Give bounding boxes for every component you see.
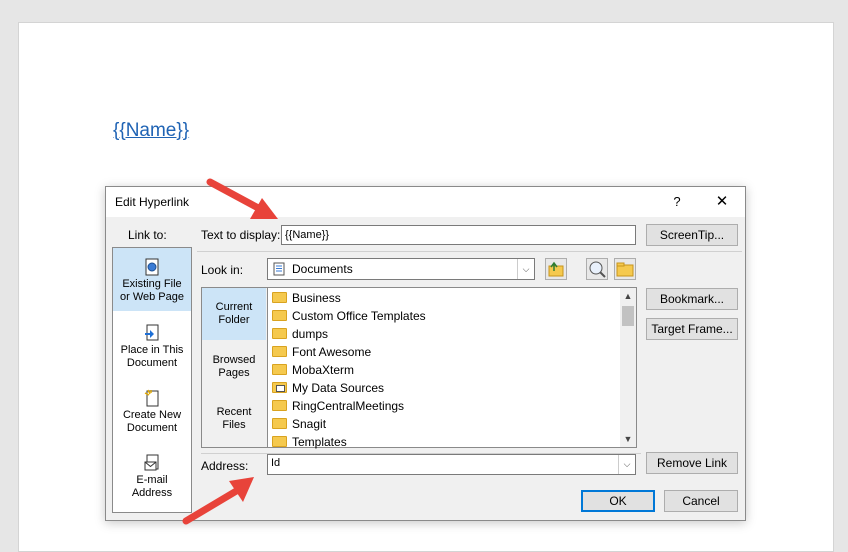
nav-browsed-line1: Browsed <box>212 354 256 366</box>
file-name: Custom Office Templates <box>292 309 426 323</box>
up-folder-icon <box>548 261 564 277</box>
link-to-panel: Existing File or Web Page Place in This … <box>112 247 192 513</box>
folder-icon <box>272 310 287 321</box>
address-label: Address: <box>201 459 249 473</box>
scroll-thumb[interactable] <box>622 306 634 326</box>
list-item[interactable]: RingCentralMeetings <box>272 397 404 415</box>
remove-link-button[interactable]: Remove Link <box>646 452 738 474</box>
bookmark-button[interactable]: Bookmark... <box>646 288 738 310</box>
look-in-dropdown[interactable]: Documents ⌵ <box>267 258 535 280</box>
link-to-create-line1: Create New <box>122 409 182 421</box>
text-to-display-label: Text to display: <box>201 228 281 242</box>
folder-icon <box>272 364 287 375</box>
scroll-up-icon[interactable]: ▲ <box>620 288 636 304</box>
nav-recent-files[interactable]: Recent Files <box>202 398 266 446</box>
target-frame-button[interactable]: Target Frame... <box>646 318 738 340</box>
link-to-email-line1: E-mail <box>136 474 168 486</box>
dialog-titlebar: Edit Hyperlink ? ✕ <box>106 187 745 217</box>
nav-current-folder[interactable]: Current Folder <box>202 288 266 340</box>
nav-recent-line2: Files <box>222 419 246 431</box>
list-item[interactable]: Business <box>272 289 341 307</box>
screentip-button[interactable]: ScreenTip... <box>646 224 738 246</box>
up-one-folder-button[interactable] <box>545 258 567 280</box>
address-input[interactable]: Id ⌵ <box>267 454 636 475</box>
link-to-email-line2: Address <box>131 487 173 499</box>
file-name: RingCentralMeetings <box>292 399 405 413</box>
folder-icon <box>272 400 287 411</box>
browse-web-button[interactable] <box>586 258 608 280</box>
link-to-existing-file-line2: or Web Page <box>119 291 184 303</box>
data-source-folder-icon <box>272 382 287 393</box>
separator <box>197 251 742 252</box>
link-to-place-line1: Place in This <box>120 344 184 356</box>
browse-web-icon <box>589 261 606 278</box>
link-to-existing-file[interactable]: Existing File or Web Page <box>113 248 191 311</box>
list-item[interactable]: MobaXterm <box>272 361 354 379</box>
link-to-create-new-document[interactable]: Create New Document <box>113 385 191 443</box>
list-item[interactable]: Custom Office Templates <box>272 307 426 325</box>
file-list-scrollbar[interactable]: ▲ ▼ <box>620 288 636 447</box>
globe-file-icon <box>145 258 159 276</box>
folder-icon <box>272 328 287 339</box>
folder-icon <box>272 292 287 303</box>
list-item[interactable]: Templates <box>272 433 347 451</box>
link-to-place-line2: Document <box>126 357 178 369</box>
file-name: Snagit <box>292 417 327 431</box>
nav-browsed-line2: Pages <box>218 367 250 379</box>
ok-button[interactable]: OK <box>581 490 655 512</box>
nav-current-folder-line1: Current <box>215 301 253 313</box>
file-name: Templates <box>292 435 347 449</box>
open-folder-icon <box>616 262 634 277</box>
cancel-button[interactable]: Cancel <box>664 490 738 512</box>
document-place-icon <box>145 324 159 341</box>
chevron-down-icon[interactable]: ⌵ <box>618 455 635 474</box>
browse-file-button[interactable] <box>614 258 636 280</box>
close-button[interactable]: ✕ <box>707 189 737 215</box>
list-item[interactable]: dumps <box>272 325 328 343</box>
location-nav-panel: Current Folder Browsed Pages Recent File… <box>201 287 267 448</box>
folder-icon <box>272 346 287 357</box>
documents-icon <box>273 262 285 276</box>
file-name: Business <box>292 291 341 305</box>
link-to-place-in-document[interactable]: Place in This Document <box>113 320 191 378</box>
list-item[interactable]: My Data Sources <box>272 379 384 397</box>
file-name: My Data Sources <box>292 381 385 395</box>
link-to-label: Link to: <box>128 228 167 242</box>
file-name: dumps <box>292 327 329 341</box>
nav-current-folder-line2: Folder <box>218 314 250 326</box>
edit-hyperlink-dialog: Edit Hyperlink ? ✕ Link to: Existing Fil… <box>105 186 746 521</box>
list-item[interactable]: Snagit <box>272 415 326 433</box>
look-in-value: Documents <box>292 262 353 276</box>
nav-browsed-pages[interactable]: Browsed Pages <box>202 346 266 394</box>
look-in-label: Look in: <box>201 263 244 277</box>
address-value: Id <box>271 457 281 469</box>
chevron-down-icon[interactable]: ⌵ <box>517 259 534 279</box>
link-to-existing-file-line1: Existing File <box>122 278 182 290</box>
folder-icon <box>272 436 287 447</box>
folder-icon <box>272 418 287 429</box>
text-to-display-input[interactable]: {{Name}} <box>281 225 636 245</box>
document-merge-field-link[interactable]: {{Name}} <box>113 120 189 142</box>
scroll-down-icon[interactable]: ▼ <box>620 431 636 447</box>
nav-recent-line1: Recent <box>216 406 252 418</box>
file-name: MobaXterm <box>292 363 355 377</box>
dialog-title: Edit Hyperlink <box>115 195 190 209</box>
link-to-email-address[interactable]: E-mail Address <box>113 450 191 508</box>
new-document-icon <box>144 389 159 407</box>
list-item[interactable]: Font Awesome <box>272 343 371 361</box>
file-list[interactable]: Business Custom Office Templates dumps F… <box>267 287 637 451</box>
email-icon <box>144 454 159 471</box>
file-name: Font Awesome <box>292 345 372 359</box>
link-to-create-line2: Document <box>126 422 178 434</box>
help-button[interactable]: ? <box>662 189 692 215</box>
